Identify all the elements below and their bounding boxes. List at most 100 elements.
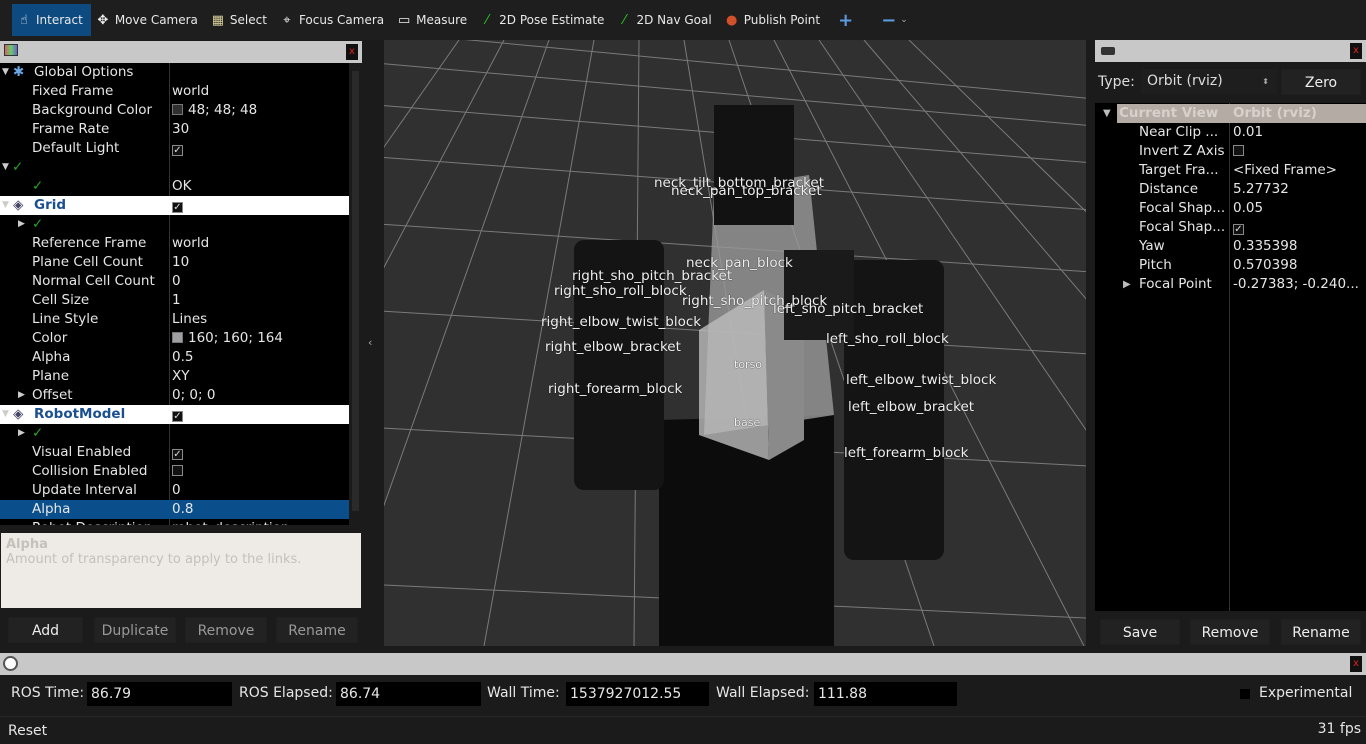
ros-elapsed-field[interactable]: 86.74 bbox=[336, 682, 481, 706]
zero-button[interactable]: Zero bbox=[1281, 69, 1361, 95]
tree-group-global-options[interactable]: ▼ ✱ Global Options bbox=[0, 63, 349, 82]
view-property-row[interactable]: Pitch 0.570398 bbox=[1095, 256, 1366, 275]
property-row[interactable]: Visual Enabled ✓ bbox=[0, 443, 349, 462]
property-row[interactable]: Background Color 48; 48; 48 bbox=[0, 101, 349, 120]
property-row[interactable]: Color 160; 160; 164 bbox=[0, 329, 349, 348]
property-row[interactable]: Alpha 0.5 bbox=[0, 348, 349, 367]
status-row[interactable]: ▶ ✓ bbox=[0, 215, 349, 234]
property-row[interactable]: Default Light ✓ bbox=[0, 139, 349, 158]
property-row[interactable]: Robot Description robot_description bbox=[0, 519, 349, 525]
checkbox[interactable]: ✓ bbox=[1233, 224, 1244, 235]
robot-icon: ◈ bbox=[13, 406, 24, 422]
close-icon[interactable]: x bbox=[1350, 43, 1362, 59]
expand-arrow-icon[interactable]: ▼ bbox=[2, 196, 9, 215]
close-icon[interactable]: x bbox=[346, 44, 358, 60]
row-value: OK bbox=[172, 178, 192, 194]
view-type-value: Orbit (rviz) bbox=[1147, 73, 1223, 89]
property-row[interactable]: Update Interval 0 bbox=[0, 481, 349, 500]
move-arrows-icon: ✥ bbox=[97, 12, 109, 28]
property-row[interactable]: Offset ▶ 0; 0; 0 bbox=[0, 386, 349, 405]
add-button[interactable]: Add bbox=[8, 617, 83, 643]
property-row[interactable]: Cell Size 1 bbox=[0, 291, 349, 310]
checkbox[interactable] bbox=[172, 465, 183, 476]
checkbox[interactable]: ✓ bbox=[172, 202, 183, 213]
checkbox[interactable]: ✓ bbox=[172, 145, 183, 156]
property-row[interactable]: Plane Cell Count 10 bbox=[0, 253, 349, 272]
tree-group-robotmodel[interactable]: ▼ ◈ RobotModel ✓ bbox=[0, 405, 349, 424]
view-property-row[interactable]: Target Fra... <Fixed Frame> bbox=[1095, 161, 1366, 180]
property-row[interactable]: Reference Frame world bbox=[0, 234, 349, 253]
minus-icon[interactable]: − bbox=[881, 10, 896, 31]
current-view-header[interactable]: ▼ Current View Orbit (rviz) bbox=[1103, 104, 1366, 123]
view-type-select[interactable]: Orbit (rviz) ⬍ bbox=[1141, 69, 1277, 94]
gear-icon: ✱ bbox=[13, 64, 25, 80]
property-row[interactable]: Normal Cell Count 0 bbox=[0, 272, 349, 291]
tool-publish-point[interactable]: ● Publish Point bbox=[720, 4, 828, 36]
row-label: Focal Point bbox=[1139, 276, 1212, 292]
plus-icon[interactable]: + bbox=[838, 10, 853, 31]
row-value: -0.27383; -0.240... bbox=[1233, 276, 1359, 292]
view-property-row[interactable]: Yaw 0.335398 bbox=[1095, 237, 1366, 256]
rename-view-button[interactable]: Rename bbox=[1281, 619, 1361, 645]
camera-icon bbox=[1101, 47, 1115, 55]
wall-elapsed-field[interactable]: 111.88 bbox=[814, 682, 957, 706]
row-label: Reference Frame bbox=[32, 235, 147, 251]
view-property-row[interactable]: Invert Z Axis bbox=[1095, 142, 1366, 161]
tool-move-camera[interactable]: ✥ Move Camera bbox=[91, 4, 206, 36]
tool-select[interactable]: ▦ Select bbox=[206, 4, 275, 36]
reset-button[interactable]: Reset bbox=[0, 719, 55, 744]
scrollbar[interactable] bbox=[349, 63, 362, 525]
experimental-checkbox[interactable] bbox=[1240, 689, 1250, 699]
expand-arrow-icon[interactable]: ▶ bbox=[18, 424, 25, 443]
expand-arrow-icon[interactable]: ▼ bbox=[2, 158, 9, 177]
view-property-row[interactable]: Focal Point -0.27383; -0.240... ▶ bbox=[1095, 275, 1366, 294]
expand-arrow-icon[interactable]: ▶ bbox=[18, 215, 25, 234]
property-row[interactable]: Line Style Lines bbox=[0, 310, 349, 329]
grid-and-robot bbox=[384, 40, 1086, 646]
displays-tree: ▼ ✱ Global Options Fixed Frame world Backgrou… bbox=[0, 63, 349, 525]
tool-2d-nav-goal[interactable]: ⁄ 2D Nav Goal bbox=[612, 4, 719, 36]
chevron-down-icon[interactable]: ⌄ bbox=[900, 15, 908, 25]
property-row[interactable]: Fixed Frame world bbox=[0, 82, 349, 101]
row-label: Invert Z Axis bbox=[1139, 143, 1225, 159]
property-row[interactable]: Frame Rate 30 bbox=[0, 120, 349, 139]
3d-viewport[interactable]: neck_tilt_bottom_bracket neck_pan_top_bra… bbox=[384, 40, 1086, 646]
rename-button[interactable]: Rename bbox=[276, 617, 358, 643]
crosshair-icon: ⌖ bbox=[283, 12, 291, 28]
row-value: ✓ bbox=[172, 405, 183, 424]
tool-2d-pose-estimate[interactable]: ⁄ 2D Pose Estimate bbox=[475, 4, 612, 36]
tool-measure[interactable]: ▭ Measure bbox=[392, 4, 475, 36]
tool-interact[interactable]: ☝ Interact bbox=[12, 4, 91, 36]
remove-button[interactable]: Remove bbox=[185, 617, 267, 643]
row-value: robot_description bbox=[172, 519, 289, 525]
tree-group-grid[interactable]: ▼ ◈ Grid ✓ bbox=[0, 196, 349, 215]
save-button[interactable]: Save bbox=[1100, 619, 1180, 645]
remove-view-button[interactable]: Remove bbox=[1190, 619, 1270, 645]
status-row[interactable]: ▼ ✓ bbox=[0, 158, 349, 177]
row-value: 0.05 bbox=[1233, 200, 1264, 216]
expand-arrow-icon[interactable]: ▼ bbox=[2, 63, 9, 82]
status-row[interactable]: ✓ OK bbox=[0, 177, 349, 196]
collapse-left-icon[interactable]: ‹ bbox=[368, 336, 372, 349]
view-property-row[interactable]: Focal Shap... 0.05 bbox=[1095, 199, 1366, 218]
ros-time-field[interactable]: 86.79 bbox=[87, 682, 232, 706]
status-row[interactable]: ▶ ✓ bbox=[0, 424, 349, 443]
view-property-row[interactable]: Focal Shap... ✓ bbox=[1095, 218, 1366, 237]
wall-time-field[interactable]: 1537927012.55 bbox=[566, 682, 709, 706]
view-property-row[interactable]: Near Clip ... 0.01 bbox=[1095, 123, 1366, 142]
view-property-row[interactable]: Distance 5.27732 bbox=[1095, 180, 1366, 199]
close-icon[interactable]: x bbox=[1350, 656, 1362, 672]
expand-arrow-icon[interactable]: ▶ bbox=[1123, 275, 1131, 294]
expand-arrow-icon[interactable]: ▼ bbox=[2, 405, 9, 424]
row-value: ✓ bbox=[172, 443, 183, 462]
duplicate-button[interactable]: Duplicate bbox=[94, 617, 176, 643]
row-label: Update Interval bbox=[32, 482, 137, 498]
expand-arrow-icon[interactable]: ▶ bbox=[18, 386, 25, 405]
property-row[interactable]: Alpha 0.8 bbox=[0, 500, 349, 519]
checkbox[interactable]: ✓ bbox=[172, 411, 183, 422]
tool-focus-camera[interactable]: ⌖ Focus Camera bbox=[275, 4, 392, 36]
checkbox[interactable]: ✓ bbox=[172, 449, 183, 460]
property-row[interactable]: Plane XY bbox=[0, 367, 349, 386]
property-row[interactable]: Collision Enabled bbox=[0, 462, 349, 481]
checkbox[interactable] bbox=[1233, 145, 1244, 156]
